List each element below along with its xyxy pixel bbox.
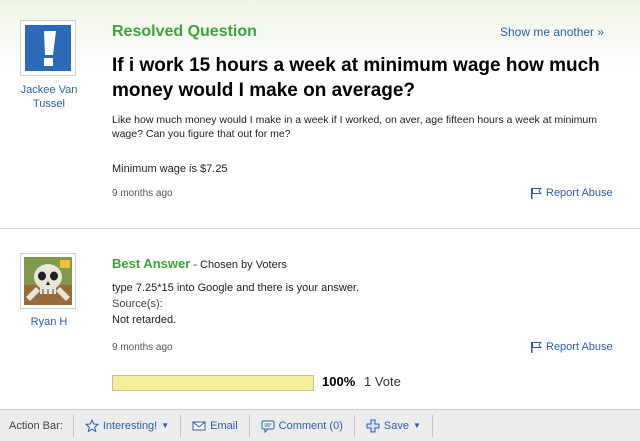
envelope-icon <box>192 421 206 430</box>
comment-button[interactable]: Comment (0) <box>250 410 354 441</box>
yahoo-answers-page: Jackee Van Tussel Resolved Question Show… <box>0 0 640 441</box>
answer-body: type 7.25*15 into Google and there is yo… <box>112 282 360 294</box>
question-panel: Jackee Van Tussel Resolved Question Show… <box>0 0 640 222</box>
best-answer-label: Best Answer <box>112 256 191 271</box>
answerer-avatar[interactable] <box>20 253 76 309</box>
action-bar-separator <box>431 414 433 437</box>
exclamation-icon <box>25 25 71 71</box>
action-bar-label: Action Bar: <box>9 419 63 432</box>
vote-progress-fill <box>113 376 313 390</box>
interesting-button[interactable]: Interesting! ▼ <box>74 410 180 441</box>
flag-icon <box>531 342 542 353</box>
chosen-by-label: - Chosen by Voters <box>190 259 287 271</box>
asker-name[interactable]: Jackee Van Tussel <box>8 83 90 111</box>
email-label: Email <box>210 419 238 432</box>
show-another-link[interactable]: Show me another » <box>500 25 604 39</box>
question-status: Resolved Question <box>112 23 257 40</box>
speech-bubble-icon <box>261 420 275 433</box>
chevron-down-icon: ▼ <box>412 421 421 430</box>
answerer-name[interactable]: Ryan H <box>8 316 90 328</box>
section-divider <box>0 228 640 229</box>
report-abuse-answer-link[interactable]: Report Abuse <box>530 341 613 353</box>
report-abuse-label: Report Abuse <box>546 187 613 199</box>
vote-percentage: 100% <box>322 374 356 389</box>
question-timestamp: 9 months ago <box>112 188 173 199</box>
plus-icon <box>366 419 380 432</box>
vote-progress-bar <box>112 375 314 391</box>
action-bar: Action Bar: Interesting! ▼ Email Comment… <box>0 409 640 441</box>
question-title: If i work 15 hours a week at minimum wag… <box>112 55 600 101</box>
save-button[interactable]: Save ▼ <box>355 410 432 441</box>
report-abuse-question-link[interactable]: Report Abuse <box>530 187 613 199</box>
vote-count: 1 Vote <box>364 374 401 389</box>
skull-icon <box>24 257 72 305</box>
asker-avatar[interactable] <box>20 20 76 76</box>
email-button[interactable]: Email <box>181 410 249 441</box>
interesting-label: Interesting! <box>102 419 158 432</box>
best-answer-heading: Best Answer - Chosen by Voters <box>112 256 287 271</box>
comment-label: Comment (0) <box>278 419 343 432</box>
save-label: Save <box>383 419 409 432</box>
answer-source: Not retarded. <box>112 314 177 326</box>
chevron-down-icon: ▼ <box>161 421 170 430</box>
star-icon <box>84 418 99 432</box>
sources-label: Source(s): <box>112 298 163 310</box>
flag-icon <box>531 188 542 199</box>
report-abuse-label: Report Abuse <box>546 341 613 353</box>
question-detail: Minimum wage is $7.25 <box>112 163 228 175</box>
answer-timestamp: 9 months ago <box>112 342 173 353</box>
question-body: Like how much money would I make in a we… <box>112 114 597 140</box>
